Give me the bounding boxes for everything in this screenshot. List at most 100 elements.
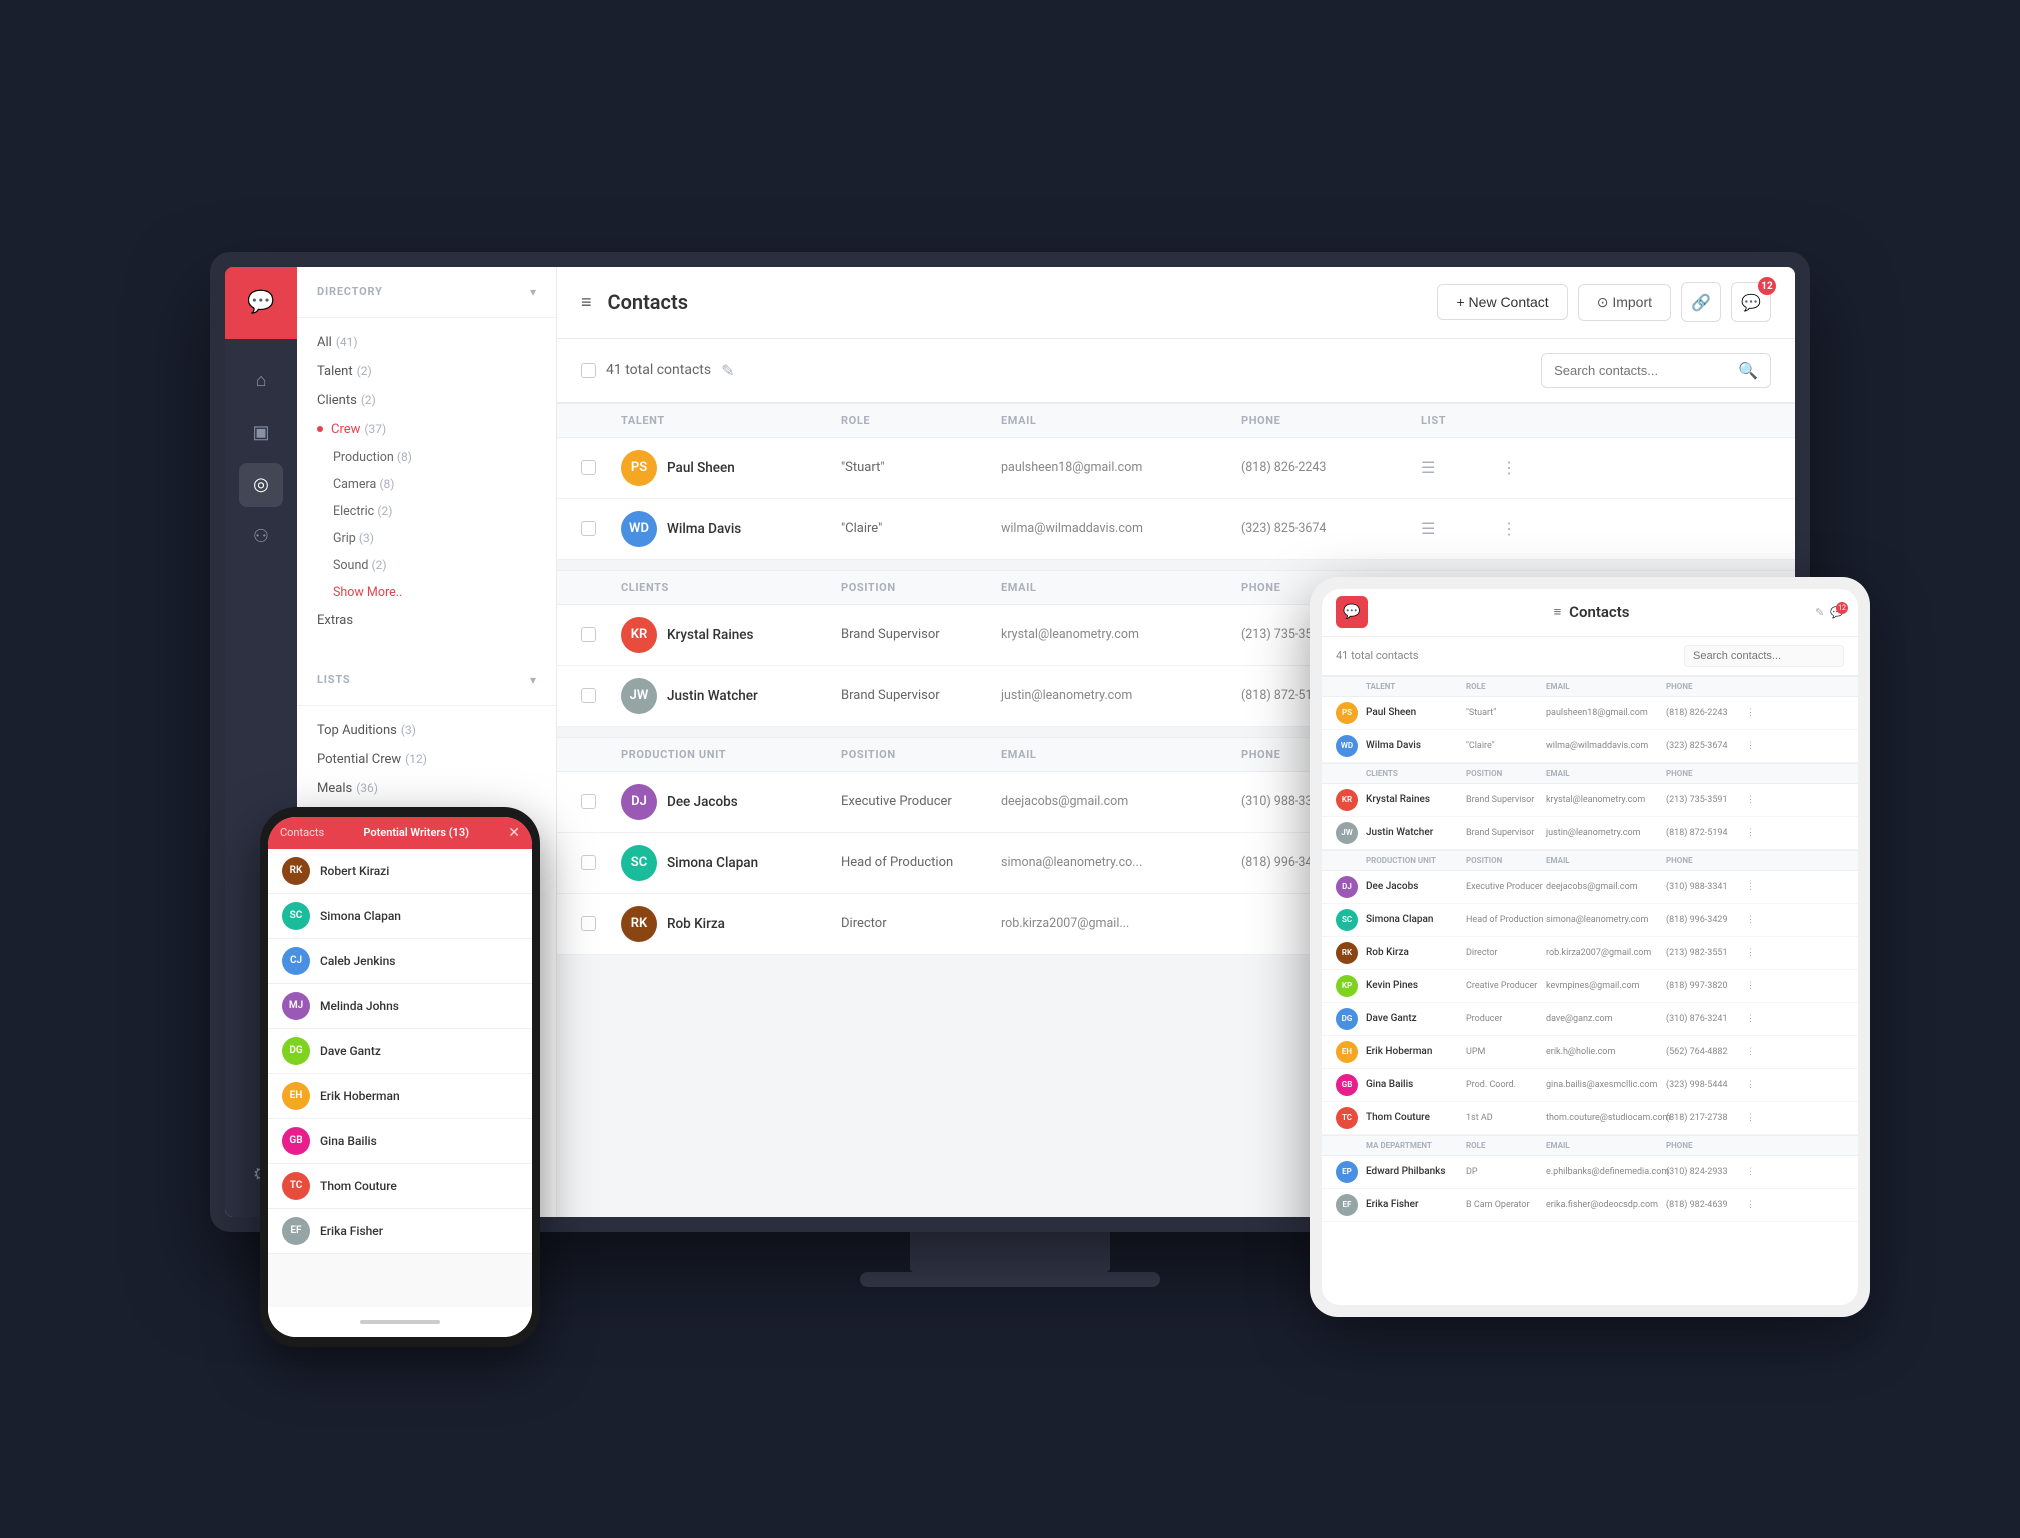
phone-item-caleb[interactable]: CJ Caleb Jenkins: [268, 939, 532, 984]
select-all-checkbox[interactable]: [581, 363, 596, 378]
nav-people[interactable]: ⚇: [239, 515, 283, 559]
t-rob-role: Director: [1466, 948, 1546, 958]
prod2-checkbox[interactable]: [581, 855, 596, 870]
phone-item-melinda[interactable]: MJ Melinda Johns: [268, 984, 532, 1029]
phone-item-erik[interactable]: EH Erik Hoberman: [268, 1074, 532, 1119]
subitem-production[interactable]: Production (8): [297, 444, 556, 471]
prod1-checkbox[interactable]: [581, 794, 596, 809]
import-button[interactable]: ⊙ Import: [1578, 284, 1671, 321]
client1-checkbox[interactable]: [581, 627, 596, 642]
tablet-row-dee[interactable]: DJ Dee Jacobs Executive Producer deejaco…: [1322, 871, 1858, 904]
subitem-grip[interactable]: Grip (3): [297, 525, 556, 552]
t-dee-name: Dee Jacobs: [1366, 881, 1466, 892]
paul-sheen-more-icon[interactable]: ⋮: [1501, 458, 1541, 477]
tablet-row-kevin[interactable]: KP Kevin Pines Creative Producer kevmpin…: [1322, 970, 1858, 1003]
hamburger-icon[interactable]: ≡: [581, 292, 592, 313]
lists-header: LISTS ▾: [297, 655, 556, 706]
phone-item-dave[interactable]: DG Dave Gantz: [268, 1029, 532, 1074]
t-edward-more[interactable]: ⋮: [1746, 1167, 1776, 1177]
dir-item-talent[interactable]: Talent (2): [297, 357, 556, 386]
row2-checkbox[interactable]: [581, 521, 596, 536]
dir-item-all[interactable]: All (41): [297, 328, 556, 357]
subitem-sound[interactable]: Sound (2): [297, 552, 556, 579]
tablet-row-simona[interactable]: SC Simona Clapan Head of Production simo…: [1322, 904, 1858, 937]
subitem-electric[interactable]: Electric (2): [297, 498, 556, 525]
wilma-davis-more-icon[interactable]: ⋮: [1501, 519, 1541, 538]
tablet-row-edward[interactable]: EP Edward Philbanks DP e.philbanks@defin…: [1322, 1156, 1858, 1189]
talent-row-2[interactable]: WD Wilma Davis "Claire" wilma@wilmaddavi…: [557, 499, 1795, 560]
simona-clapan-email: simona@leanometry.co...: [1001, 855, 1241, 870]
tablet-notif-icon[interactable]: 💬 12: [1830, 606, 1844, 619]
t-dave-avatar: DG: [1336, 1008, 1358, 1030]
tablet-row-paul[interactable]: PS Paul Sheen "Stuart" paulsheen18@gmail…: [1322, 697, 1858, 730]
phone-item-robert[interactable]: RK Robert Kirazi: [268, 849, 532, 894]
t-gina-more[interactable]: ⋮: [1746, 1080, 1776, 1090]
paul-sheen-list-icon[interactable]: ☰: [1421, 458, 1501, 477]
phone-erika-avatar: EF: [282, 1217, 310, 1245]
tablet-row-thom[interactable]: TC Thom Couture 1st AD thom.couture@stud…: [1322, 1102, 1858, 1135]
talent-section: TALENT ROLE EMAIL PHONE LIST: [557, 403, 1795, 560]
dir-item-extras[interactable]: Extras: [297, 606, 556, 635]
dir-item-clients[interactable]: Clients (2): [297, 386, 556, 415]
wilma-davis-role: "Claire": [841, 521, 1001, 536]
tablet-row-rob[interactable]: RK Rob Kirza Director rob.kirza2007@gmai…: [1322, 937, 1858, 970]
th-email-3: EMAIL: [1001, 748, 1241, 761]
t-erik-more[interactable]: ⋮: [1746, 1047, 1776, 1057]
phone-item-erika[interactable]: EF Erika Fisher: [268, 1209, 532, 1254]
phone-home-indicator: [360, 1320, 440, 1324]
dir-item-crew[interactable]: Crew (37): [297, 415, 556, 444]
list-item-top-auditions[interactable]: Top Auditions (3): [297, 716, 556, 745]
paul-sheen-role: "Stuart": [841, 460, 1001, 475]
search-box[interactable]: 🔍: [1541, 353, 1771, 388]
prod3-checkbox[interactable]: [581, 916, 596, 931]
t-thom-more[interactable]: ⋮: [1746, 1113, 1776, 1123]
tablet-row-erika[interactable]: EF Erika Fisher B Cam Operator erika.fis…: [1322, 1189, 1858, 1222]
subitem-camera[interactable]: Camera (8): [297, 471, 556, 498]
tablet-row-erik[interactable]: EH Erik Hoberman UPM erik.h@holie.com (5…: [1322, 1036, 1858, 1069]
t-simona-more[interactable]: ⋮: [1746, 915, 1776, 925]
phone-item-simona[interactable]: SC Simona Clapan: [268, 894, 532, 939]
t-erika-more[interactable]: ⋮: [1746, 1200, 1776, 1210]
t-dee-more[interactable]: ⋮: [1746, 882, 1776, 892]
tablet-row-krystal[interactable]: KR Krystal Raines Brand Supervisor kryst…: [1322, 784, 1858, 817]
phone-list-tab[interactable]: Potential Writers (13): [363, 826, 469, 839]
new-contact-button[interactable]: + New Contact: [1437, 284, 1567, 320]
tablet-row-dave[interactable]: DG Dave Gantz Producer dave@ganz.com (31…: [1322, 1003, 1858, 1036]
link-icon-button[interactable]: 🔗: [1681, 282, 1721, 322]
rob-kirza-name: Rob Kirza: [667, 916, 725, 932]
phone-item-thom[interactable]: TC Thom Couture: [268, 1164, 532, 1209]
t-paul-more[interactable]: ⋮: [1746, 708, 1776, 718]
nav-home[interactable]: ⌂: [239, 359, 283, 403]
tablet-search-input[interactable]: [1684, 645, 1844, 667]
phone-item-gina[interactable]: GB Gina Bailis: [268, 1119, 532, 1164]
list-item-meals[interactable]: Meals (36): [297, 774, 556, 803]
tablet-edit-icon[interactable]: ✎: [1815, 606, 1824, 619]
t-rob-more[interactable]: ⋮: [1746, 948, 1776, 958]
wilma-davis-list-icon[interactable]: ☰: [1421, 519, 1501, 538]
nav-projects[interactable]: ▣: [239, 411, 283, 455]
tablet-row-gina[interactable]: GB Gina Bailis Prod. Coord. gina.bailis@…: [1322, 1069, 1858, 1102]
phone-close-icon[interactable]: ✕: [508, 825, 520, 841]
talent-row-1[interactable]: PS Paul Sheen "Stuart" paulsheen18@gmail…: [557, 438, 1795, 499]
nav-contacts[interactable]: ◎: [239, 463, 283, 507]
t-erika-name: Erika Fisher: [1366, 1199, 1466, 1210]
t-wilma-more[interactable]: ⋮: [1746, 741, 1776, 751]
tablet-row-justin[interactable]: JW Justin Watcher Brand Supervisor justi…: [1322, 817, 1858, 850]
messages-icon-button[interactable]: 💬 12: [1731, 282, 1771, 322]
simona-clapan-avatar: SC: [621, 845, 657, 881]
tablet-row-wilma[interactable]: WD Wilma Davis "Claire" wilma@wilmaddavi…: [1322, 730, 1858, 763]
edit-icon[interactable]: ✎: [721, 361, 734, 380]
list-item-potential-crew[interactable]: Potential Crew (12): [297, 745, 556, 774]
phone-contacts-tab[interactable]: Contacts: [280, 826, 324, 839]
t-rob-name: Rob Kirza: [1366, 947, 1466, 958]
row1-checkbox[interactable]: [581, 460, 596, 475]
search-input[interactable]: [1554, 363, 1730, 378]
krystal-raines-name: Krystal Raines: [667, 627, 753, 643]
t-krystal-more[interactable]: ⋮: [1746, 795, 1776, 805]
t-justin-more[interactable]: ⋮: [1746, 828, 1776, 838]
t-kevin-more[interactable]: ⋮: [1746, 981, 1776, 991]
app-logo[interactable]: 💬: [225, 267, 297, 339]
subitem-show-more[interactable]: Show More..: [297, 579, 556, 606]
t-dave-more[interactable]: ⋮: [1746, 1014, 1776, 1024]
client2-checkbox[interactable]: [581, 688, 596, 703]
